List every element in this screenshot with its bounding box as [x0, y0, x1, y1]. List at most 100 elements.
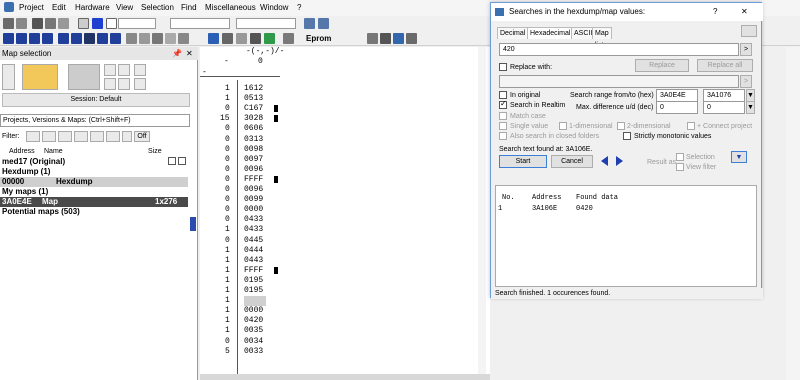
hex-right-value[interactable]: 0195: [244, 286, 263, 296]
hex-right-value[interactable]: 0606: [244, 124, 263, 134]
tree-hexdump-address[interactable]: 00000: [2, 177, 24, 187]
tool-search-icon[interactable]: [367, 33, 378, 44]
panel-tool-1-button[interactable]: [104, 64, 116, 76]
nav-d-icon[interactable]: [110, 33, 121, 44]
menu-hardware[interactable]: Hardware: [75, 3, 110, 12]
right-scroll-area[interactable]: [786, 47, 800, 380]
tool-4-icon[interactable]: [165, 33, 176, 44]
tree-hexdump-name[interactable]: Hexdump: [56, 177, 92, 187]
project-combo[interactable]: Projects, Versions & Maps: (Ctrl+Shift+F…: [0, 114, 190, 127]
replace-button[interactable]: Replace: [635, 59, 689, 72]
nav-b-icon[interactable]: [71, 33, 82, 44]
filter-btn-5[interactable]: [90, 131, 104, 142]
nav-last-icon[interactable]: [42, 33, 53, 44]
hex-right-value[interactable]: 0445: [244, 236, 263, 246]
filter-btn-1[interactable]: [26, 131, 40, 142]
dropdown-view[interactable]: [118, 18, 156, 29]
dialog-extra-button[interactable]: [741, 25, 757, 37]
menu-help[interactable]: ?: [297, 3, 301, 12]
tool-5-icon[interactable]: [178, 33, 189, 44]
hex-right-value[interactable]: 3028: [244, 114, 263, 124]
hex-right-value[interactable]: 0195: [244, 276, 263, 286]
hex-right-value[interactable]: 0443: [244, 256, 263, 266]
max-diff-up-input[interactable]: 0: [656, 101, 698, 114]
tool-info-icon[interactable]: [393, 33, 404, 44]
tree-map-address[interactable]: 3A0E4E: [2, 197, 32, 207]
hex-right-value[interactable]: 0033: [244, 347, 263, 357]
menu-selection[interactable]: Selection: [141, 3, 174, 12]
hex-vscroll[interactable]: [478, 47, 486, 380]
hex-right-value[interactable]: 0444: [244, 246, 263, 256]
filter-off-button[interactable]: Off: [134, 131, 150, 142]
undo-icon[interactable]: [3, 18, 14, 29]
hex-right-value[interactable]: 0433: [244, 225, 263, 235]
connect-project-checkbox[interactable]: [687, 122, 695, 130]
tool-3-icon[interactable]: [152, 33, 163, 44]
nav-prev-icon[interactable]: [16, 33, 27, 44]
filter-btn-7[interactable]: [122, 131, 132, 142]
tree-mymaps-folder[interactable]: My maps (1): [2, 187, 48, 197]
one-dim-checkbox[interactable]: [559, 122, 567, 130]
nav-a-icon[interactable]: [58, 33, 69, 44]
tree-map-name[interactable]: Map: [42, 197, 58, 207]
filter-btn-3[interactable]: [58, 131, 72, 142]
search-input-arrow[interactable]: >: [740, 43, 752, 56]
tool-2-icon[interactable]: [139, 33, 150, 44]
hex-right-value[interactable]: 0000: [244, 306, 263, 316]
panel-tool-6-button[interactable]: [134, 78, 146, 90]
results-list[interactable]: No. Address Found data 1 3A106E 0420: [495, 185, 757, 287]
hex-right-value[interactable]: 0097: [244, 155, 263, 165]
tool-config-icon[interactable]: [380, 33, 391, 44]
hex-right-value[interactable]: 0096: [244, 185, 263, 195]
hex-right-value[interactable]: 1612: [244, 84, 263, 94]
tree-icon-1[interactable]: [168, 157, 176, 165]
tree-root[interactable]: med17 (Original): [2, 157, 65, 167]
panel-tool-2-button[interactable]: [118, 64, 130, 76]
hex-right-value[interactable]: FFFF: [244, 266, 263, 276]
panel-collapse-handle[interactable]: [190, 217, 196, 231]
nav-first-icon[interactable]: [3, 33, 14, 44]
result-row-address[interactable]: 3A106E: [532, 205, 557, 213]
color-block-icon[interactable]: [92, 18, 103, 29]
hex-right-value[interactable]: 0099: [244, 195, 263, 205]
dialog-close-button[interactable]: ✕: [741, 3, 748, 21]
tool-1-icon[interactable]: [126, 33, 137, 44]
hex-right-value[interactable]: 0096: [244, 165, 263, 175]
tab-hexadecimal[interactable]: Hexadecimal: [527, 27, 574, 39]
replace-checkbox[interactable]: [499, 63, 507, 71]
map-hex-icon[interactable]: [250, 33, 261, 44]
tab-decimal[interactable]: Decimal: [497, 27, 529, 39]
hex-right-value[interactable]: 0035: [244, 326, 263, 336]
panel-pin-icon[interactable]: 📌: [172, 49, 182, 58]
prev-result-icon[interactable]: [601, 156, 608, 166]
menu-edit[interactable]: Edit: [52, 3, 66, 12]
col-address[interactable]: Address: [9, 147, 35, 156]
in-original-checkbox[interactable]: [499, 91, 507, 99]
map-value-icon[interactable]: [264, 33, 275, 44]
hex-view[interactable]: -(-,-)/- 0 - - 1 1 0 15 0 0 0 0 0 0 0 0 0 0 1 0 1 1 1 1 1 1 1 1…: [200, 47, 490, 380]
hex-right-value[interactable]: C167: [244, 104, 263, 114]
select-icon[interactable]: [78, 18, 89, 29]
session-button[interactable]: Session: Default: [2, 93, 190, 107]
menu-view[interactable]: View: [116, 3, 133, 12]
chip-icon[interactable]: [283, 33, 294, 44]
hex-right-value[interactable]: 0513: [244, 94, 263, 104]
hex-right-value[interactable]: 0433: [244, 215, 263, 225]
replace-input-arrow[interactable]: >: [740, 75, 752, 88]
tree-map-size[interactable]: 1x276: [155, 197, 177, 207]
cut-icon[interactable]: [32, 18, 43, 29]
dropdown-selection[interactable]: [170, 18, 230, 29]
single-value-checkbox[interactable]: [499, 122, 507, 130]
strictly-mono-checkbox[interactable]: [623, 132, 631, 140]
panel-tool-3-button[interactable]: [104, 78, 116, 90]
panel-tool-5-button[interactable]: [134, 64, 146, 76]
hex-right-value[interactable]: 0034: [244, 337, 263, 347]
selection-checkbox[interactable]: [676, 153, 684, 161]
menu-window[interactable]: Window: [260, 3, 288, 12]
hex-right-value[interactable]: 0420: [244, 316, 263, 326]
col-name[interactable]: Name: [44, 147, 63, 156]
start-button[interactable]: Start: [499, 155, 547, 168]
map-3d-icon[interactable]: [208, 33, 219, 44]
hex-right-value[interactable]: 0313: [244, 135, 263, 145]
new-project-button[interactable]: [2, 64, 15, 90]
